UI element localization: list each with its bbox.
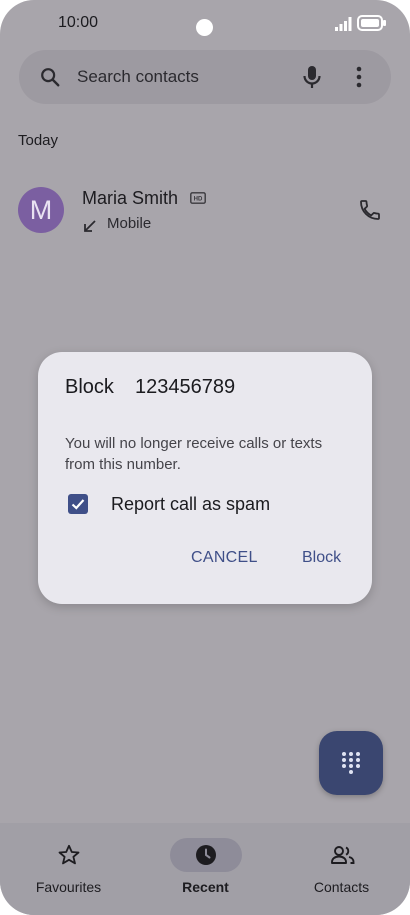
report-spam-label[interactable]: Report call as spam	[111, 494, 270, 515]
call-log-row[interactable]: M Maria Smith HD Mobile	[0, 180, 410, 240]
cancel-button[interactable]: CANCEL	[191, 549, 258, 567]
avatar: M	[18, 187, 64, 233]
nav-icon-container	[306, 838, 378, 872]
status-time: 10:00	[58, 14, 99, 31]
search-input[interactable]: Search contacts	[77, 67, 199, 87]
search-icon	[41, 68, 60, 87]
nav-item-contacts[interactable]: Contacts	[273, 823, 410, 915]
camera-cutout	[196, 19, 213, 36]
dialpad-button[interactable]	[319, 731, 383, 795]
dialog-message: You will no longer receive calls or text…	[65, 435, 323, 473]
nav-active-indicator	[169, 838, 242, 872]
more-options-icon[interactable]	[355, 66, 363, 88]
hd-call-icon: HD	[190, 192, 206, 204]
phone-screen: 10:00 Search contacts Today M Maria Smit…	[0, 0, 410, 915]
svg-text:HD: HD	[194, 197, 203, 203]
block-dialog: Block 123456789 You will no longer recei…	[38, 352, 372, 604]
dialpad-icon	[342, 752, 360, 774]
nav-label-contacts: Contacts	[313, 879, 370, 895]
incoming-call-arrow-icon	[84, 220, 96, 232]
nav-icon-container	[33, 838, 105, 872]
signal-icon	[335, 17, 352, 31]
star-icon	[58, 844, 79, 865]
dialog-title: Block	[65, 376, 114, 398]
checkmark-icon	[71, 499, 85, 510]
bottom-navigation: Favourites Recent Contacts	[0, 823, 410, 915]
block-button[interactable]: Block	[302, 549, 341, 567]
search-bar[interactable]: Search contacts	[19, 50, 391, 104]
contact-name: Maria Smith	[82, 188, 179, 208]
nav-label-favourites: Favourites	[35, 879, 102, 895]
section-heading: Today	[18, 132, 59, 149]
report-spam-checkbox[interactable]	[68, 494, 88, 514]
dialog-number: 123456789	[135, 376, 236, 398]
nav-item-favourites[interactable]: Favourites	[0, 823, 137, 915]
phone-call-icon[interactable]	[358, 198, 382, 222]
nav-item-recent[interactable]: Recent	[137, 823, 274, 915]
nav-label-recent: Recent	[182, 879, 229, 895]
people-icon	[330, 846, 354, 864]
clock-icon	[195, 845, 216, 865]
mic-icon[interactable]	[301, 64, 323, 90]
call-type-label: Mobile	[107, 215, 152, 232]
battery-icon	[357, 15, 386, 31]
